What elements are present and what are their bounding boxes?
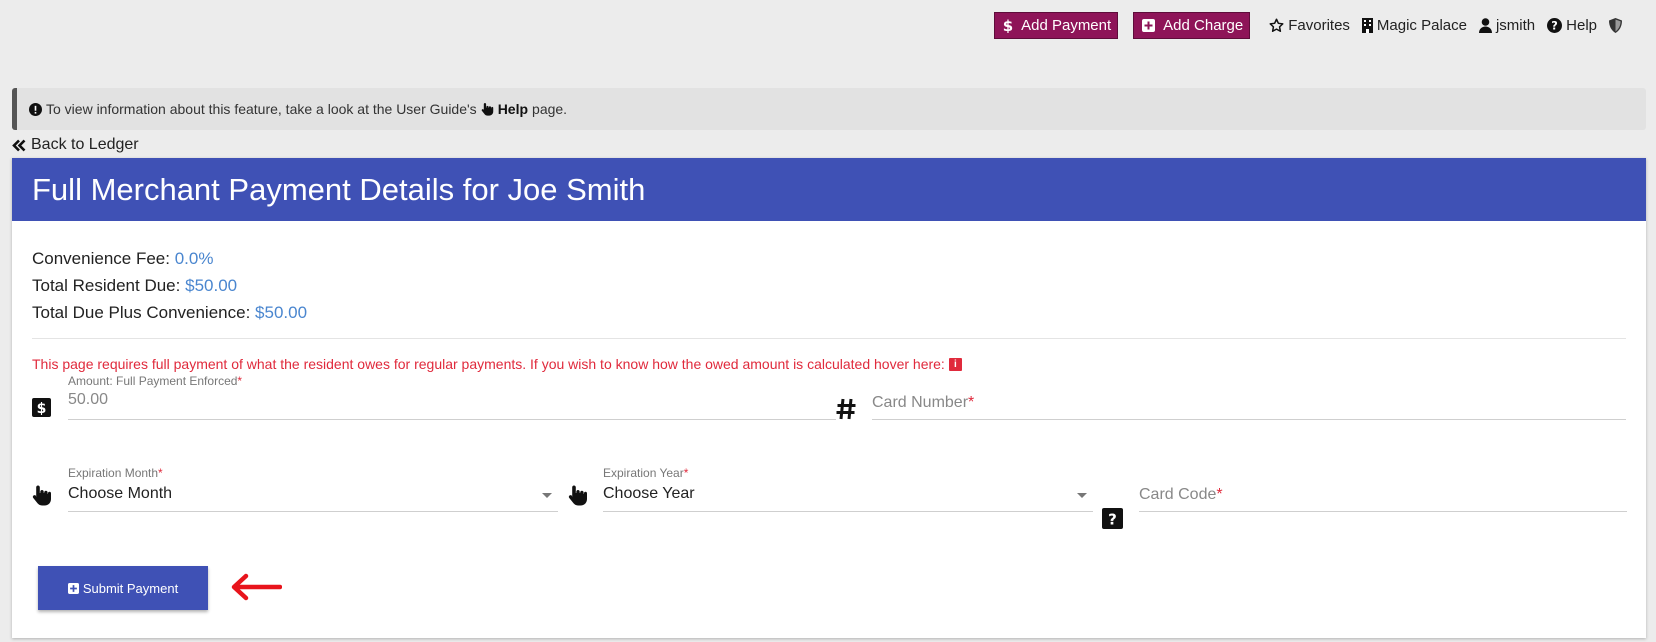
back-to-ledger-link[interactable]: Back to Ledger — [12, 136, 139, 154]
divider — [32, 338, 1626, 339]
chevron-down-icon — [1077, 493, 1087, 498]
add-payment-label: Add Payment — [1021, 17, 1112, 34]
add-charge-button[interactable]: Add Charge — [1133, 12, 1251, 39]
page-title: Full Merchant Payment Details for Joe Sm… — [12, 158, 1646, 221]
dollar-square-icon: $ — [32, 398, 51, 417]
card-code-field[interactable]: Card Code* — [1139, 466, 1627, 512]
property-label: Magic Palace — [1376, 17, 1467, 34]
info-text-after: page. — [532, 101, 568, 117]
info-text: To view information about this feature, … — [46, 101, 477, 117]
question-circle-icon: ? — [1547, 18, 1563, 33]
convenience-fee-value: 0.0% — [174, 249, 214, 268]
svg-text:?: ? — [1551, 20, 1558, 33]
card-number-field[interactable]: Card Number* — [872, 374, 1626, 420]
top-toolbar: $ Add Payment Add Charge Favorites Magic… — [994, 12, 1626, 39]
arrow-left-icon — [231, 573, 282, 601]
pointer-hand-icon — [32, 484, 52, 506]
total-due-plus-convenience-label: Total Due Plus Convenience: — [32, 303, 251, 322]
payment-card: Full Merchant Payment Details for Joe Sm… — [12, 158, 1646, 638]
property-link[interactable]: Magic Palace — [1361, 17, 1467, 34]
plus-square-icon — [1142, 19, 1156, 32]
question-square-icon: ? — [1102, 508, 1123, 529]
pointer-hand-icon — [481, 102, 494, 116]
plus-square-icon — [67, 582, 79, 594]
total-resident-due-row: Total Resident Due: $50.00 — [32, 272, 1626, 299]
back-to-ledger-label: Back to Ledger — [31, 136, 139, 153]
expiration-year-label: Expiration Year* — [603, 466, 689, 480]
info-alert: To view information about this feature, … — [12, 88, 1646, 130]
svg-text:$: $ — [1003, 18, 1013, 33]
info-square-icon[interactable]: i — [948, 357, 962, 371]
user-icon — [1478, 18, 1492, 33]
amount-field[interactable]: Amount: Full Payment Enforced* 50.00 — [68, 374, 836, 420]
expiration-month-select[interactable]: Expiration Month* Choose Month — [68, 466, 558, 512]
add-charge-label: Add Charge — [1163, 17, 1244, 34]
svg-text:?: ? — [1108, 511, 1117, 529]
total-resident-due-label: Total Resident Due: — [32, 276, 181, 295]
hashtag-icon — [836, 398, 856, 420]
expiration-year-select[interactable]: Expiration Year* Choose Year — [603, 466, 1093, 512]
card-number-input[interactable]: Card Number* — [872, 394, 974, 412]
expiration-year-value: Choose Year — [603, 485, 695, 502]
favorites-link[interactable]: Favorites — [1269, 17, 1350, 34]
pointer-hand-icon — [568, 484, 588, 506]
favorites-label: Favorites — [1288, 17, 1350, 34]
chevron-down-icon — [542, 493, 552, 498]
payment-summary: Convenience Fee: 0.0% Total Resident Due… — [12, 221, 1646, 326]
svg-text:$: $ — [37, 401, 47, 417]
submit-payment-label: Submit Payment — [82, 580, 179, 596]
full-payment-warning-text: This page requires full payment of what … — [32, 356, 945, 372]
help-link[interactable]: ? Help — [1547, 17, 1597, 34]
add-payment-button[interactable]: $ Add Payment — [994, 12, 1119, 39]
star-icon — [1269, 18, 1284, 33]
amount-label: Amount: Full Payment Enforced* — [68, 374, 243, 388]
shield-icon — [1609, 18, 1622, 33]
total-due-plus-convenience-row: Total Due Plus Convenience: $50.00 — [32, 299, 1626, 326]
security-link[interactable] — [1609, 18, 1626, 33]
expiration-month-value: Choose Month — [68, 485, 173, 502]
amount-input[interactable]: 50.00 — [68, 391, 108, 409]
card-code-input[interactable]: Card Code* — [1139, 486, 1223, 504]
total-resident-due-value: $50.00 — [185, 276, 238, 295]
help-page-link[interactable]: Help — [498, 101, 528, 117]
exclamation-circle-icon — [29, 102, 42, 116]
building-icon — [1361, 18, 1373, 33]
expiration-month-label: Expiration Month* — [68, 466, 163, 480]
convenience-fee-row: Convenience Fee: 0.0% — [32, 245, 1626, 272]
total-due-plus-convenience-value: $50.00 — [255, 303, 308, 322]
convenience-fee-label: Convenience Fee: — [32, 249, 170, 268]
help-label: Help — [1566, 17, 1597, 34]
user-label: jsmith — [1495, 17, 1536, 34]
user-menu[interactable]: jsmith — [1478, 17, 1536, 34]
submit-payment-button[interactable]: Submit Payment — [38, 566, 208, 610]
full-payment-warning: This page requires full payment of what … — [32, 356, 962, 372]
double-chevron-left-icon — [12, 139, 26, 152]
dollar-icon: $ — [1003, 18, 1013, 33]
